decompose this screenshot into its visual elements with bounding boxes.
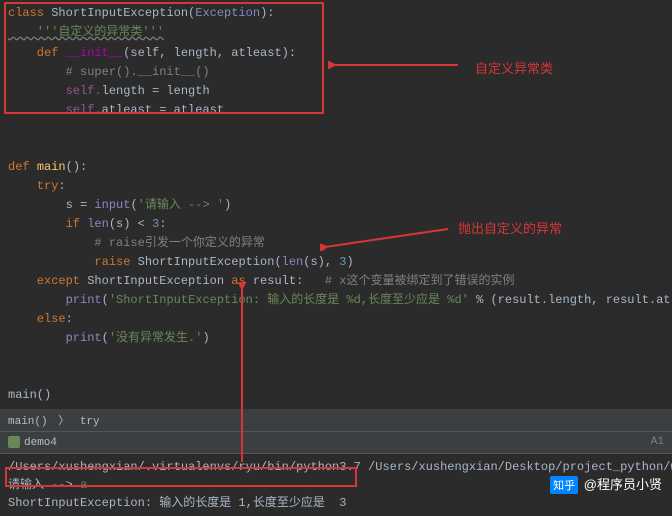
code-line: main() [0, 386, 672, 405]
annotation-label: 抛出自定义的异常 [458, 218, 562, 237]
code-editor[interactable]: class ShortInputException(Exception): ''… [0, 0, 672, 409]
breadcrumb[interactable]: main() 〉 try [0, 409, 672, 431]
code-line [0, 348, 672, 367]
annotation-label: 自定义异常类 [475, 58, 553, 77]
code-line: # super().__init__() [0, 63, 672, 82]
python-file-icon [8, 436, 20, 448]
code-line: except ShortInputException as result: # … [0, 272, 672, 291]
zhihu-logo-icon: 知乎 [550, 476, 578, 494]
code-line: class ShortInputException(Exception): [0, 4, 672, 23]
code-line: self.atleast = atleast [0, 101, 672, 120]
column-marker: A1 [651, 436, 664, 448]
code-line [0, 139, 672, 158]
code-line: else: [0, 310, 672, 329]
breadcrumb-item[interactable]: try [80, 416, 100, 428]
code-line: try: [0, 177, 672, 196]
code-line: '''自定义的异常类''' [0, 23, 672, 42]
run-tab-label: demo4 [24, 437, 57, 449]
code-line: self.length = length [0, 82, 672, 101]
code-line: def __init__(self, length, atleast): [0, 44, 672, 63]
code-line: if len(s) < 3: [0, 215, 672, 234]
code-line: def main(): [0, 158, 672, 177]
chevron-right-icon: 〉 [58, 416, 69, 428]
annotation-box-output [5, 467, 357, 487]
code-line: print('ShortInputException: 输入的长度是 %d,长度… [0, 291, 672, 310]
breadcrumb-item[interactable]: main() [8, 416, 48, 428]
code-line [0, 120, 672, 139]
code-line: # raise引发一个你定义的异常 [0, 234, 672, 253]
code-line: s = input('请输入 --> ') [0, 196, 672, 215]
watermark: 知乎 @程序员小贤 [550, 474, 662, 494]
run-tab[interactable]: demo4 A1 [0, 431, 672, 453]
code-line: raise ShortInputException(len(s), 3) [0, 253, 672, 272]
code-line [0, 367, 672, 386]
console-line: ShortInputException: 输入的长度是 1,长度至少应是 3 [8, 494, 664, 512]
watermark-text: @程序员小贤 [584, 477, 662, 492]
code-line: print('没有异常发生.') [0, 329, 672, 348]
